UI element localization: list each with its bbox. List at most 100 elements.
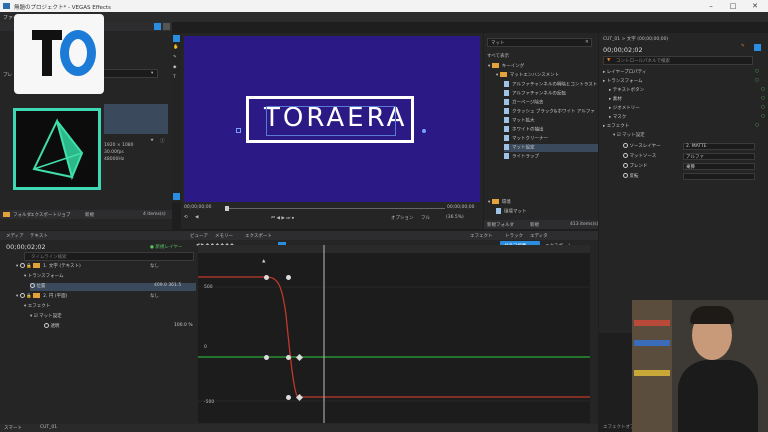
keyframe-point[interactable]: [264, 355, 269, 360]
inspector-row[interactable]: ▸ エフェクト ○: [603, 123, 763, 131]
property-position[interactable]: 位置 409.0 361.5: [30, 283, 196, 291]
effect-param[interactable]: ブレンド 乗算: [623, 163, 763, 171]
hand-tool-icon[interactable]: ✋: [173, 45, 179, 50]
tab-new[interactable]: 新規: [85, 212, 94, 218]
inspector-time[interactable]: 00;00;02;02: [603, 46, 643, 54]
effect-list-item[interactable]: マット拡大: [504, 117, 598, 125]
close-icon[interactable]: ✕: [744, 0, 766, 12]
tab-track[interactable]: トラック: [505, 233, 523, 239]
tree-folder2[interactable]: ▾ 環境: [488, 199, 511, 207]
inspector-row[interactable]: ▸ 素材 ○: [609, 96, 768, 104]
cursor-icon: ▲: [262, 259, 266, 264]
tab-editor[interactable]: エディタ: [530, 233, 548, 239]
tree-sub[interactable]: ▾ マットエンハンスメント: [496, 72, 559, 80]
anchor-handle-right[interactable]: [422, 129, 426, 133]
media-thumbnail[interactable]: [13, 108, 101, 190]
play-controls[interactable]: ⏮ ◀ ▶ ⏭ ⏹: [271, 215, 294, 221]
tab-effects[interactable]: エフェクト: [470, 233, 493, 239]
tree-root[interactable]: ▾ キーイング: [488, 63, 524, 71]
loop-icon[interactable]: ⟲: [184, 215, 188, 220]
property-opacity[interactable]: 透明 100.0 %: [44, 323, 196, 331]
prev-frame-icon[interactable]: ◀: [195, 215, 198, 220]
status-comp[interactable]: CUT_01: [40, 425, 57, 430]
keyframe-point[interactable]: [264, 275, 269, 280]
tab-folder[interactable]: フォルダ: [3, 212, 31, 218]
chevron-down-icon: ▾: [151, 71, 154, 76]
pen-tool-icon[interactable]: ✎: [173, 55, 177, 60]
effects-search-input[interactable]: マット ✕: [487, 38, 592, 47]
inspector-row[interactable]: ▸ ジオメトリー ○: [609, 105, 768, 113]
pyramid-icon: [32, 118, 84, 181]
y-tick: 0: [204, 345, 207, 350]
title-bar: 無題のプロジェクト* - VEGAS Effects – □ ✕: [0, 0, 768, 12]
viewer-scrub-bar[interactable]: 00;00;00;00 00;00;00;00: [181, 204, 483, 214]
effect-entry[interactable]: ▾ ☑ マット設定: [613, 132, 645, 138]
info-icon[interactable]: ⓘ: [160, 138, 165, 144]
effect-list-item[interactable]: マット設定: [504, 144, 598, 152]
keyframe-point[interactable]: [286, 355, 291, 360]
group-transform[interactable]: ▾ トランスフォーム: [24, 273, 63, 281]
grid-icon[interactable]: [163, 23, 170, 30]
inspector-row[interactable]: ▸ マスク ○: [609, 114, 768, 122]
star-icon[interactable]: ★: [150, 138, 154, 143]
tab-new-folder[interactable]: 新規フォルダ: [487, 222, 514, 228]
scrub-handle[interactable]: [225, 206, 229, 211]
zoom-level[interactable]: (36.5%): [446, 215, 464, 220]
side-label: プレ: [3, 73, 12, 78]
tab-media[interactable]: メディア: [6, 233, 24, 239]
view-icon[interactable]: [154, 23, 161, 30]
new-layer-button[interactable]: ● 新規レイヤー: [150, 244, 182, 250]
tab-export[interactable]: エクスポート: [245, 233, 272, 239]
tab-memory[interactable]: メモリー: [215, 233, 233, 239]
maximize-icon[interactable]: □: [722, 0, 744, 12]
tab-new-effect[interactable]: 新規: [530, 222, 539, 228]
inspector-view-icon[interactable]: [754, 44, 761, 51]
effect-list-item[interactable]: アルファチャンネルの明暗とコントラスト: [504, 81, 598, 89]
selection-box[interactable]: [266, 106, 396, 136]
tab-text[interactable]: テキスト: [30, 233, 48, 239]
option-dropdown[interactable]: オプション: [391, 215, 414, 221]
inspector-search-input[interactable]: コントロールパネルで検索 ▼: [603, 56, 753, 65]
timeline-search-input[interactable]: タイムライン検索: [24, 252, 194, 261]
keyframe-point[interactable]: [286, 395, 291, 400]
group-effect[interactable]: ▾ エフェクト: [24, 303, 50, 311]
tab-export-jobs[interactable]: エクスポートジョブ: [30, 212, 70, 218]
text-tool-icon[interactable]: T: [173, 75, 176, 80]
graph-editor[interactable]: 500 0 -500 ▲: [198, 245, 590, 423]
layer-row[interactable]: ▾ 🔒 1. 文字 (テキスト) なし: [16, 263, 196, 271]
inspector-row[interactable]: ▸ レイヤープロパティ ○: [603, 69, 763, 77]
media-item-selected[interactable]: [104, 104, 168, 134]
media-bottom-bar: フォルダ エクスポートジョブ 新規 4 items(s): [0, 210, 172, 219]
select-tool-icon[interactable]: [173, 35, 180, 42]
effects-bottom-bar: 新規フォルダ 新規 413 items(s): [484, 220, 598, 229]
effect-list-item[interactable]: ライトラップ: [504, 153, 598, 161]
effect-list-item[interactable]: アルファチャンネルの反転: [504, 90, 598, 98]
minimize-icon[interactable]: –: [700, 0, 722, 12]
effect-param[interactable]: 反転: [623, 173, 763, 181]
effect-item[interactable]: ▾ ☑ マット設定: [30, 313, 62, 321]
effect-list-item[interactable]: クラッシュ ブラック&ホワイト アルファ: [504, 108, 598, 116]
inspector-row[interactable]: ▸ テキストボタン ○: [609, 87, 768, 95]
effect-list-item[interactable]: ガーベージ除去: [504, 99, 598, 107]
viewer-canvas[interactable]: TORAERA: [184, 36, 480, 202]
effect-list-item[interactable]: マットクリーナー: [504, 135, 598, 143]
shape-tool-icon[interactable]: ◆: [173, 65, 176, 70]
status-left[interactable]: スマート: [4, 425, 22, 431]
inspector-row[interactable]: ▸ トランスフォーム ○: [603, 78, 763, 86]
anchor-handle[interactable]: [236, 128, 241, 133]
tree-folder2-item[interactable]: 環境マット: [496, 208, 527, 216]
effect-list-item[interactable]: ホワイトの抽出: [504, 126, 598, 134]
clear-icon[interactable]: ✕: [585, 40, 589, 45]
timeline-time[interactable]: 00;00;02;02: [6, 243, 46, 251]
keyframe-point[interactable]: [286, 275, 291, 280]
quality-dropdown[interactable]: フル: [421, 215, 430, 221]
tab-viewer[interactable]: ビューア: [190, 233, 208, 239]
layer-row[interactable]: ▾ 🔒 2. 円 (平面) なし: [16, 293, 196, 301]
graph-curves: [198, 245, 590, 423]
brush-icon[interactable]: ✎: [741, 44, 745, 49]
media-info: 1920 × 1080 30.00fps 48000Hz: [104, 143, 134, 162]
effect-param[interactable]: ソースレイヤー 2. MATTE: [623, 143, 763, 151]
effect-param[interactable]: マットソース アルファ: [623, 153, 763, 161]
all-display-dropdown[interactable]: すべて表示: [487, 53, 509, 59]
snap-icon[interactable]: [173, 193, 180, 200]
